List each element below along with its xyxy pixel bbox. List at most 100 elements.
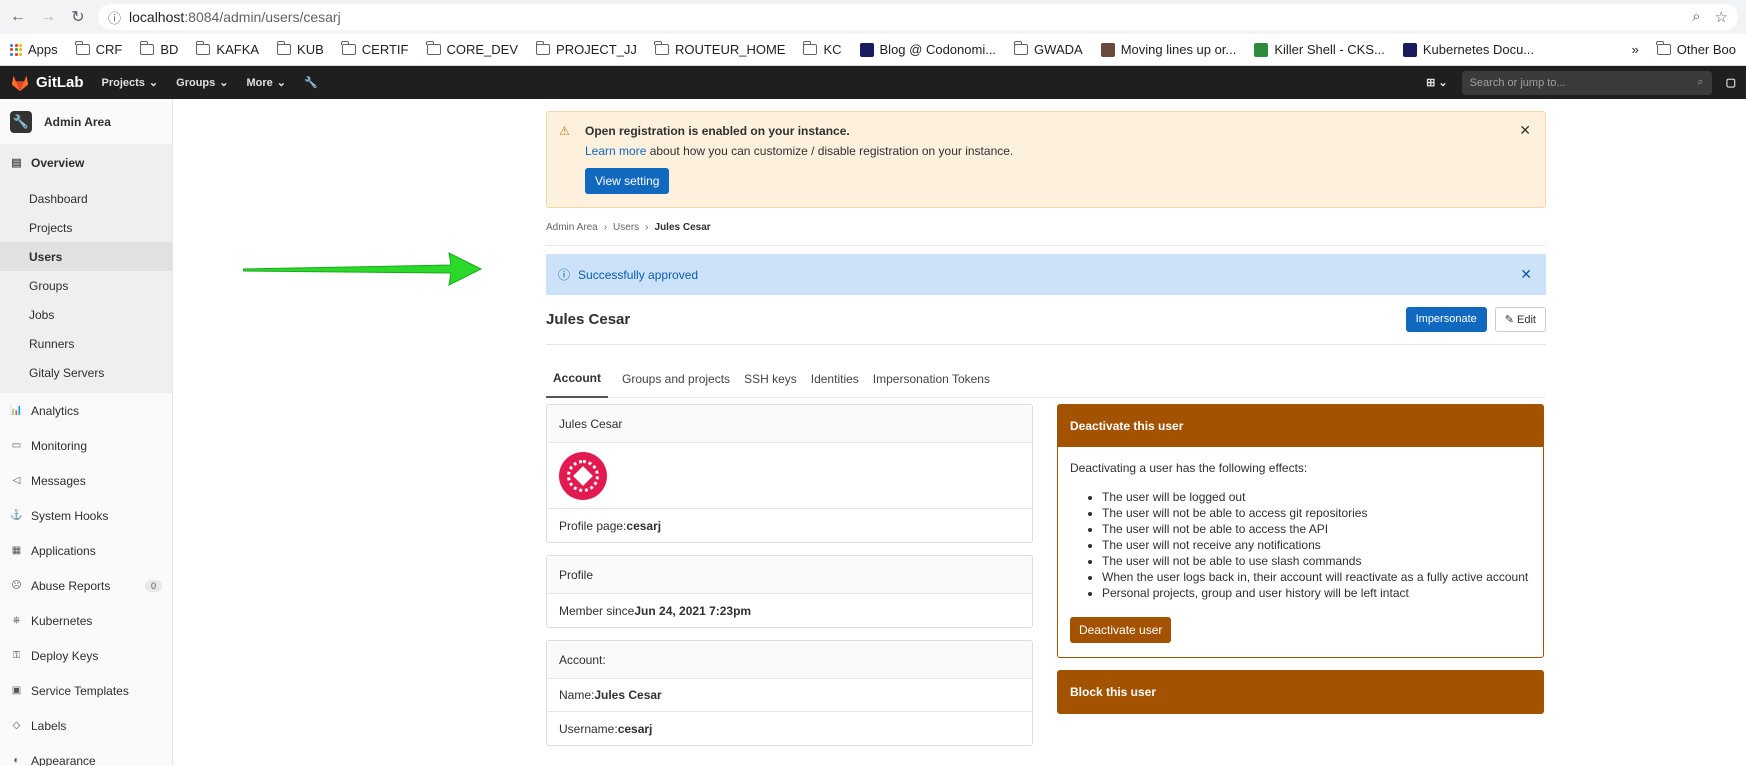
bookmark-item[interactable]: BD [139, 41, 178, 57]
gitlab-brand: GitLab [36, 74, 84, 91]
sidebar-title: Admin Area [44, 114, 111, 129]
sidebar-subitem-gitaly-servers[interactable]: Gitaly Servers [0, 358, 172, 387]
bookmark-item[interactable]: CERTIF [341, 41, 409, 57]
sidebar-item-messages[interactable]: ◁ Messages [0, 463, 172, 498]
main-content: ⚠ ✕ Open registration is enabled on your… [173, 99, 1746, 765]
gitlab-logo[interactable]: GitLab [10, 74, 84, 92]
bookmarks-overflow-icon[interactable]: » [1632, 42, 1639, 57]
search-icon: ⌕ [1697, 76, 1704, 88]
admin-wrench-icon[interactable]: 🔧 [304, 76, 318, 89]
sidebar-item-applications[interactable]: ▦ Applications [0, 533, 172, 568]
sidebar-subitem-dashboard[interactable]: Dashboard [0, 184, 172, 213]
tab-groups-and-projects[interactable]: Groups and projects [622, 372, 730, 386]
search-input[interactable]: Search or jump to... ⌕ [1461, 70, 1712, 95]
sidebar-header[interactable]: 🔧 Admin Area [0, 99, 172, 145]
nav-projects[interactable]: Projects ⌄ [102, 76, 159, 90]
profile-section-card: Profile Member since Jun 24, 2021 7:23pm [546, 555, 1033, 628]
back-icon[interactable]: ← [8, 7, 28, 27]
info-icon[interactable]: ⓘ [108, 8, 121, 27]
other-bookmarks[interactable]: Other Boo [1656, 41, 1736, 57]
bookmark-item[interactable]: Apps [10, 42, 58, 57]
warning-body: about how you can customize / disable re… [646, 144, 1014, 158]
hook-icon: ⚓ [10, 510, 23, 521]
address-bar[interactable]: ⓘ localhost:8084/admin/users/cesarj ⌕ ☆ [98, 4, 1738, 30]
breadcrumb-admin-area[interactable]: Admin Area [546, 222, 598, 245]
breadcrumb-users[interactable]: Users [613, 222, 639, 245]
warning-title: Open registration is enabled on your ins… [585, 124, 850, 138]
folder-icon [1656, 41, 1671, 55]
sidebar-item-service-templates[interactable]: ▣ Service Templates [0, 673, 172, 708]
sidebar-item-appearance[interactable]: ◐ Appearance [0, 743, 172, 766]
nav-more[interactable]: More ⌄ [246, 76, 286, 90]
bookmark-item[interactable]: KUB [276, 41, 324, 57]
sidebar-item-monitoring[interactable]: ▭ Monitoring [0, 428, 172, 463]
folder-icon [75, 41, 90, 55]
sidebar-subitem-projects[interactable]: Projects [0, 213, 172, 242]
bookmark-item[interactable]: Kubernetes Docu... [1402, 42, 1534, 57]
site-favicon-icon [1402, 42, 1417, 57]
block-title: Block this user [1058, 671, 1543, 713]
zoom-icon[interactable]: ⌕ [1692, 8, 1700, 26]
view-setting-button[interactable]: View setting [585, 168, 670, 194]
bookmark-item[interactable]: ROUTEUR_HOME [654, 41, 785, 57]
sidebar-item-abuse-reports[interactable]: ☹ Abuse Reports 0 [0, 568, 172, 603]
forward-icon[interactable]: → [38, 7, 58, 27]
bookmark-item[interactable]: Blog @ Codonomi... [859, 42, 996, 57]
star-icon[interactable]: ☆ [1715, 8, 1728, 26]
sidebar-subitem-runners[interactable]: Runners [0, 329, 172, 358]
gitlab-header: GitLab Projects ⌄ Groups ⌄ More ⌄ 🔧 ⊞ ⌄ … [0, 66, 1746, 99]
folder-icon [426, 41, 441, 55]
folder-icon [276, 41, 292, 55]
close-icon[interactable]: ✕ [1520, 266, 1532, 283]
sidebar-item-labels[interactable]: ◇ Labels [0, 708, 172, 743]
folder-icon [139, 41, 155, 55]
sidebar-item-overview[interactable]: ▤ Overview [0, 145, 172, 180]
reload-icon[interactable]: ↻ [68, 7, 88, 27]
new-dropdown-icon[interactable]: ⊞ ⌄ [1426, 76, 1448, 89]
tab-identities[interactable]: Identities [811, 372, 859, 386]
sidebar-subitem-users[interactable]: Users [0, 242, 172, 271]
edit-button[interactable]: ✎ Edit [1494, 307, 1546, 332]
bookmark-item[interactable]: Killer Shell - CKS... [1254, 42, 1385, 57]
impersonate-button[interactable]: Impersonate [1405, 307, 1487, 332]
bookmark-item[interactable]: PROJECT_JJ [535, 41, 637, 57]
user-header: Jules Cesar Impersonate ✎ Edit [546, 295, 1546, 345]
success-alert: ⓘ Successfully approved ✕ [546, 254, 1546, 295]
edit-icon: ✎ [1504, 314, 1514, 326]
tab-account[interactable]: Account [546, 361, 608, 398]
sidebar-item-deploy-keys[interactable]: ⚿ Deploy Keys [0, 638, 172, 673]
bookmark-item[interactable]: GWADA [1013, 41, 1083, 57]
breadcrumb: Admin Area › Users › Jules Cesar [546, 222, 1546, 246]
gitlab-fox-icon [11, 75, 29, 91]
chart-icon: 📊 [10, 405, 23, 416]
browser-toolbar: ← → ↻ ⓘ localhost:8084/admin/users/cesar… [0, 0, 1746, 34]
bookmark-item[interactable]: KC [802, 41, 842, 57]
page-title: Jules Cesar [546, 311, 631, 328]
tab-impersonation-tokens[interactable]: Impersonation Tokens [873, 372, 990, 386]
bookmark-item[interactable]: KAFKA [195, 41, 259, 57]
tab-ssh-keys[interactable]: SSH keys [744, 372, 797, 386]
member-since-row: Member since Jun 24, 2021 7:23pm [559, 603, 752, 618]
site-favicon-icon [1254, 42, 1269, 57]
learn-more-link[interactable]: Learn more [585, 144, 646, 158]
deactivate-intro: Deactivating a user has the following ef… [1070, 461, 1308, 475]
bookmark-item[interactable]: CORE_DEV [426, 41, 518, 57]
bookmark-item[interactable]: Moving lines up or... [1100, 42, 1236, 57]
sidebar-subitem-jobs[interactable]: Jobs [0, 300, 172, 329]
appearance-icon: ◐ [13, 755, 20, 766]
url-host: localhost [129, 9, 185, 25]
site-favicon-icon [1100, 42, 1115, 57]
todo-icon[interactable]: ▢ [1726, 76, 1736, 89]
sidebar-subitem-groups[interactable]: Groups [0, 271, 172, 300]
folder-icon [341, 41, 356, 55]
folder-icon [195, 41, 211, 55]
bookmark-item[interactable]: CRF [75, 41, 122, 57]
sidebar-item-analytics[interactable]: 📊 Analytics [0, 393, 172, 428]
profile-page-link[interactable]: cesarj [626, 519, 661, 533]
abuse-icon: ☹ [11, 580, 22, 591]
sidebar-item-system-hooks[interactable]: ⚓ System Hooks [0, 498, 172, 533]
sidebar-item-kubernetes[interactable]: ⎈ Kubernetes [0, 603, 172, 638]
nav-groups[interactable]: Groups ⌄ [176, 76, 228, 90]
deactivate-user-button[interactable]: Deactivate user [1070, 617, 1172, 643]
close-icon[interactable]: ✕ [1519, 122, 1531, 139]
